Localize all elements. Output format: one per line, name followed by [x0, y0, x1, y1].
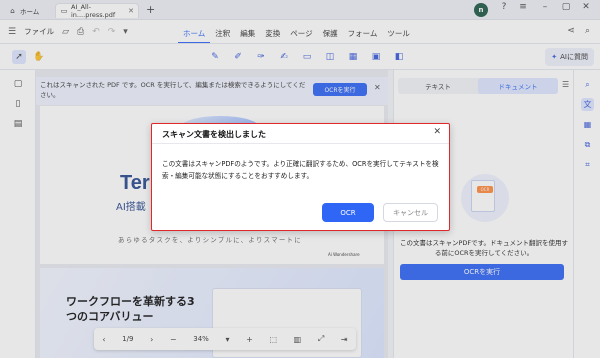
dialog-header: スキャン文書を検出しました ✕	[152, 124, 449, 144]
scan-detected-dialog: スキャン文書を検出しました ✕ この文書はスキャンPDFのようです。より正確に翻…	[151, 123, 450, 231]
dialog-cancel-button[interactable]: キャンセル	[383, 203, 438, 222]
close-dialog-icon[interactable]: ✕	[433, 127, 441, 137]
dialog-title: スキャン文書を検出しました	[162, 130, 266, 139]
dialog-ocr-button[interactable]: OCR	[322, 203, 374, 222]
dialog-message: この文書はスキャンPDFのようです。より正確に翻訳するため、OCRを実行してテキ…	[162, 160, 439, 180]
